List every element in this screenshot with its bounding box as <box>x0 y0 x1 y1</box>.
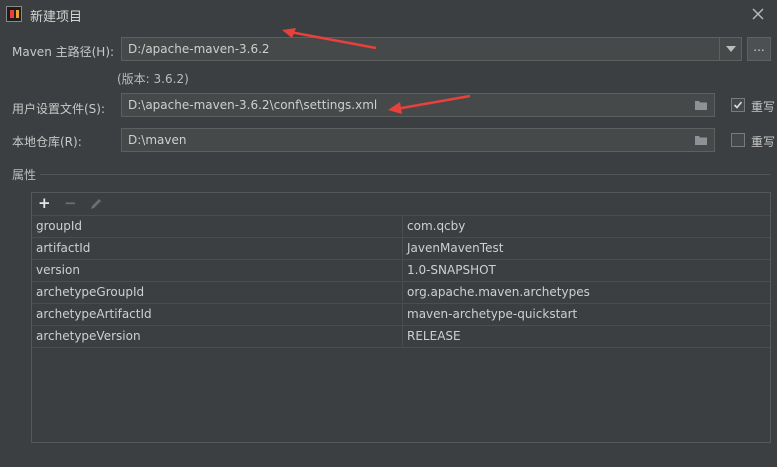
user-settings-label: 用户设置文件(S): <box>12 102 106 116</box>
local-repo-label: 本地仓库(R): <box>12 135 82 149</box>
maven-home-label: Maven 主路径(H): <box>12 45 115 59</box>
table-row[interactable]: archetypeArtifactId maven-archetype-quick… <box>32 303 770 325</box>
properties-toolbar: + − <box>32 193 770 215</box>
folder-icon[interactable] <box>694 133 708 147</box>
user-settings-value: D:\apache-maven-3.6.2\conf\settings.xml <box>128 98 378 112</box>
property-value[interactable]: JavenMavenTest <box>402 238 767 258</box>
table-row[interactable]: groupId com.qcby <box>32 215 770 237</box>
properties-section-title: 属性 <box>12 168 37 182</box>
property-key[interactable]: archetypeArtifactId <box>32 304 402 324</box>
user-settings-override-label: 重写 <box>751 100 776 114</box>
properties-panel: + − groupId com.qcby artifactId JavenMavenT… <box>31 192 771 443</box>
table-row[interactable]: artifactId JavenMavenTest <box>32 237 770 259</box>
property-key[interactable]: archetypeVersion <box>32 326 402 346</box>
app-logo-icon <box>6 6 22 22</box>
property-key[interactable]: artifactId <box>32 238 402 258</box>
local-repo-override-label: 重写 <box>751 135 776 149</box>
table-row[interactable]: version 1.0-SNAPSHOT <box>32 259 770 281</box>
chevron-down-icon[interactable] <box>719 38 741 60</box>
annotation-arrow <box>388 94 471 114</box>
section-divider <box>40 174 770 175</box>
maven-home-browse-button[interactable]: ... <box>747 37 771 61</box>
local-repo-override-checkbox[interactable] <box>731 133 745 147</box>
properties-table: groupId com.qcby artifactId JavenMavenTest v… <box>32 215 770 348</box>
annotation-arrow <box>282 28 377 50</box>
property-key[interactable]: groupId <box>32 216 402 236</box>
local-repo-field[interactable]: D:\maven <box>121 128 715 152</box>
maven-home-combobox[interactable]: D:/apache-maven-3.6.2 <box>121 37 742 61</box>
remove-icon[interactable]: − <box>64 196 80 212</box>
property-value[interactable]: maven-archetype-quickstart <box>402 304 767 324</box>
close-icon[interactable] <box>747 3 769 25</box>
folder-icon[interactable] <box>694 98 708 112</box>
maven-version-note: (版本: 3.6.2) <box>117 72 189 86</box>
property-key[interactable]: version <box>32 260 402 280</box>
property-key[interactable]: archetypeGroupId <box>32 282 402 302</box>
property-value[interactable]: org.apache.maven.archetypes <box>402 282 767 302</box>
edit-icon[interactable] <box>88 196 104 212</box>
user-settings-override-checkbox[interactable] <box>731 98 745 112</box>
property-value[interactable]: com.qcby <box>402 216 767 236</box>
maven-home-value: D:/apache-maven-3.6.2 <box>128 42 270 56</box>
title-bar: 新建项目 <box>0 0 777 28</box>
property-value[interactable]: 1.0-SNAPSHOT <box>402 260 767 280</box>
table-row[interactable]: archetypeGroupId org.apache.maven.archety… <box>32 281 770 303</box>
table-row[interactable]: archetypeVersion RELEASE <box>32 325 770 348</box>
window-title: 新建项目 <box>30 10 83 25</box>
add-icon[interactable]: + <box>38 196 54 212</box>
local-repo-value: D:\maven <box>128 133 187 147</box>
property-value[interactable]: RELEASE <box>402 326 767 346</box>
